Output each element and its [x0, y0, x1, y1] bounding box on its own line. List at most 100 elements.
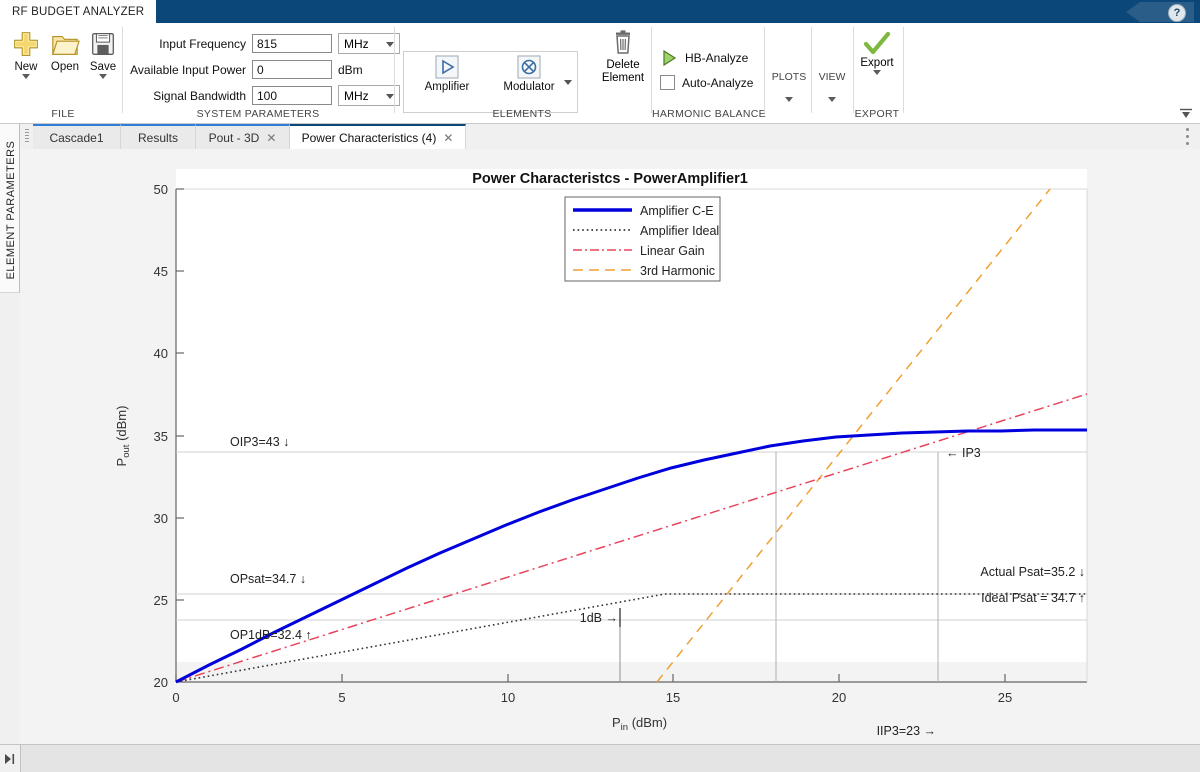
trash-icon	[609, 29, 637, 59]
svg-text:Pout (dBm): Pout (dBm)	[114, 406, 132, 467]
new-button[interactable]: New	[6, 29, 46, 79]
signal-bandwidth-unit-select[interactable]: MHz	[338, 85, 400, 106]
export-button[interactable]: Export	[855, 31, 899, 75]
x-tick-5: 5	[338, 690, 345, 705]
modulator-circle-x-icon	[516, 54, 542, 80]
tab-cascade1[interactable]: Cascade1	[33, 124, 121, 149]
y-tick-35: 35	[154, 429, 168, 444]
tab-results[interactable]: Results	[121, 124, 196, 149]
chart-annotations: OIP3=43 ↓ OPsat=34.7 ↓ OP1dB=32.4 ↑ ← IP…	[230, 435, 1085, 744]
harmonic-balance-group-label: HARMONIC BALANCE	[652, 108, 762, 120]
collapse-ribbon-icon[interactable]	[1179, 108, 1193, 120]
input-frequency-label: Input Frequency	[128, 37, 246, 51]
annotation-1db: 1dB →	[580, 611, 618, 625]
ribbon-divider-1	[122, 27, 123, 113]
auto-analyze-checkbox[interactable]	[660, 75, 675, 90]
y-tick-45: 45	[154, 264, 168, 279]
chevron-down-icon[interactable]	[828, 97, 836, 102]
available-input-power-field[interactable]	[252, 60, 332, 79]
amplifier-element-label: Amplifier	[407, 81, 487, 93]
save-dropdown-caret-icon[interactable]	[99, 74, 107, 79]
element-parameters-panel[interactable]: ELEMENT PARAMETERS	[0, 124, 21, 744]
plots-button[interactable]: PLOTS	[766, 71, 812, 102]
save-floppy-icon	[88, 29, 118, 59]
new-plus-icon	[11, 29, 41, 59]
available-input-power-unit: dBm	[338, 63, 363, 77]
close-x-icon[interactable]: ✕	[443, 131, 453, 145]
delete-element-label-line1: Delete	[595, 59, 651, 72]
export-button-label: Export	[855, 57, 899, 69]
open-folder-icon	[50, 29, 80, 59]
app-tab[interactable]: RF BUDGET ANALYZER	[0, 0, 156, 23]
play-triangle-icon	[660, 49, 678, 67]
input-frequency-field[interactable]	[252, 34, 332, 53]
ribbon-divider-2	[394, 27, 395, 113]
annotation-actual-psat: Actual Psat=35.2 ↓	[980, 565, 1085, 579]
available-input-power-row: Available Input Power dBm	[128, 59, 363, 80]
new-dropdown-caret-icon[interactable]	[22, 74, 30, 79]
annotation-ideal-psat: Ideal Psat = 34.7 ↑	[981, 591, 1085, 605]
file-group-label: FILE	[6, 108, 120, 120]
more-vertical-icon[interactable]	[1182, 128, 1192, 145]
x-tick-0: 0	[172, 690, 179, 705]
series-amplifier-ce	[176, 430, 1087, 682]
auto-analyze-checkbox-row[interactable]: Auto-Analyze	[660, 75, 753, 90]
signal-bandwidth-field[interactable]	[252, 86, 332, 105]
tab-power-characteristics[interactable]: Power Characteristics (4) ✕	[290, 124, 466, 149]
rf-budget-analyzer-window: RF BUDGET ANALYZER ? New Open	[0, 0, 1200, 771]
status-bar	[0, 744, 1200, 772]
y-tick-50: 50	[154, 182, 168, 197]
signal-bandwidth-row: Signal Bandwidth MHz	[128, 85, 400, 106]
export-group-label: EXPORT	[853, 108, 901, 120]
save-button[interactable]: Save	[83, 29, 123, 79]
annotation-iip3: IIP3=23 →	[877, 724, 936, 738]
x-tick-20: 20	[832, 690, 846, 705]
plots-label: PLOTS	[772, 71, 806, 83]
hb-analyze-label: HB-Analyze	[685, 51, 748, 65]
elements-group-label: ELEMENTS	[400, 108, 644, 120]
chevron-down-icon	[386, 42, 394, 47]
y-tick-30: 30	[154, 511, 168, 526]
ribbon-divider-7	[903, 27, 904, 113]
chevron-down-icon[interactable]	[785, 97, 793, 102]
open-button[interactable]: Open	[45, 29, 85, 73]
legend-label-3: 3rd Harmonic	[640, 264, 715, 278]
elements-gallery: Amplifier Modulator	[403, 51, 577, 113]
x-axis-ticks: 0 5 10 15 20 25	[172, 674, 1012, 705]
close-x-icon[interactable]: ✕	[266, 131, 276, 145]
plot-canvas: Power Characteristcs - PowerAmplifier1 5…	[20, 149, 1200, 745]
tab-pout-3d[interactable]: Pout - 3D ✕	[196, 124, 290, 149]
delete-element-button[interactable]: Delete Element	[595, 29, 651, 85]
element-parameters-label: ELEMENT PARAMETERS	[5, 125, 17, 295]
document-tab-bar: Cascade1 Results Pout - 3D ✕ Power Chara…	[20, 124, 1200, 150]
save-button-label: Save	[83, 61, 123, 73]
amplifier-element-button[interactable]: Amplifier	[407, 54, 487, 93]
help-question-icon[interactable]: ?	[1168, 4, 1186, 22]
signal-bandwidth-label: Signal Bandwidth	[128, 89, 246, 103]
series-amplifier-ideal	[176, 594, 1087, 682]
tab-bar-grip[interactable]	[25, 129, 29, 143]
title-bar: RF BUDGET ANALYZER ?	[0, 0, 1200, 23]
export-dropdown-caret-icon[interactable]	[873, 70, 881, 75]
hb-analyze-button[interactable]: HB-Analyze	[660, 49, 748, 67]
available-input-power-label: Available Input Power	[128, 63, 246, 77]
legend-label-1: Amplifier Ideal	[640, 224, 719, 238]
input-frequency-unit-select[interactable]: MHz	[338, 33, 400, 54]
view-button[interactable]: VIEW	[809, 71, 855, 102]
ribbon-divider-3	[651, 27, 652, 113]
series-linear-gain	[176, 394, 1087, 682]
legend-label-2: Linear Gain	[640, 244, 705, 258]
modulator-element-button[interactable]: Modulator	[489, 54, 569, 93]
input-frequency-row: Input Frequency MHz	[128, 33, 400, 54]
expand-panel-icon	[4, 753, 16, 765]
signal-bandwidth-unit-value: MHz	[344, 89, 369, 103]
input-frequency-unit-value: MHz	[344, 37, 369, 51]
svg-text:Pin (dBm): Pin (dBm)	[612, 715, 667, 733]
y-tick-40: 40	[154, 346, 168, 361]
y-tick-25: 25	[154, 593, 168, 608]
y-axis-ticks: 50 45 40 35 30 25 20	[154, 182, 184, 690]
chevron-down-icon	[386, 94, 394, 99]
expand-panel-button[interactable]	[0, 745, 21, 772]
element-parameters-tab[interactable]: ELEMENT PARAMETERS	[0, 124, 20, 293]
gallery-more-caret-icon[interactable]	[559, 51, 578, 113]
